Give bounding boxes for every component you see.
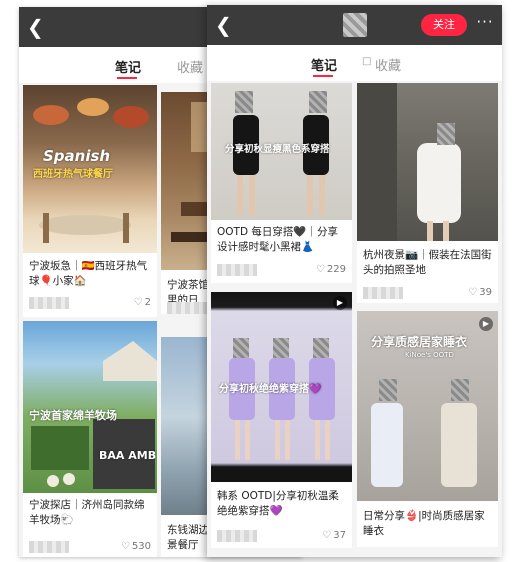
blurred-face	[313, 338, 329, 358]
like-number: 530	[131, 541, 151, 552]
tab-collect[interactable]: 收藏	[177, 57, 203, 76]
card-meta: ♡ 39	[363, 287, 492, 301]
card-cover-image	[357, 83, 498, 241]
note-card[interactable]: 宁波首家绵羊牧场 BAA AMB 宁波探店｜济州岛同款绵羊牧场🐑 ♡ 530	[23, 321, 157, 557]
card-meta: ♡ 37	[217, 530, 346, 544]
video-play-icon: ▶	[479, 317, 493, 331]
card-cover-image: 分享初秋绝绝紫穿搭💜 ▶	[211, 292, 352, 482]
back-arrow-icon[interactable]: ❮	[27, 17, 47, 37]
note-card[interactable]: 分享初秋绝绝紫穿搭💜 ▶ 韩系 OOTD|分享初秋温柔绝绝紫穿搭💜 ♡ 37	[211, 292, 352, 548]
cover-overlay-title: 宁波首家绵羊牧场	[29, 409, 117, 422]
author-name	[167, 302, 207, 314]
tab-collect[interactable]: 收藏	[375, 55, 401, 74]
note-card[interactable]: 分享初秋显瘦黑色系穿搭 OOTD 每日穿搭🖤｜分享设计感时髦小黑裙👗 ♡ 229	[211, 83, 352, 283]
cover-overlay-title: Spanish	[43, 147, 111, 165]
blurred-face	[273, 338, 289, 358]
card-title: 宁波探店｜济州岛同款绵羊牧场🐑	[29, 499, 145, 526]
card-cover-image: 分享初秋显瘦黑色系穿搭	[211, 83, 352, 220]
cover-overlay-title: 分享初秋显瘦黑色系穿搭	[225, 144, 330, 155]
card-cover-image: 分享质感居家睡衣 KiNoe's OOTD ▶	[357, 311, 498, 501]
like-count[interactable]: ♡ 530	[121, 541, 151, 552]
card-meta: ♡ 2	[29, 297, 151, 311]
card-title: 日常分享👙|时尚质感居家睡衣	[363, 510, 485, 537]
author-name	[363, 287, 403, 299]
note-card[interactable]: 分享质感居家睡衣 KiNoe's OOTD ▶ 日常分享👙|时尚质感居家睡衣	[357, 311, 498, 547]
card-meta	[167, 302, 207, 314]
cover-sign-text: BAA AMB	[99, 449, 157, 462]
like-number: 2	[144, 297, 151, 308]
card-title: 杭州夜景📷｜假装在法国街头的拍照圣地	[363, 249, 492, 276]
cover-overlay-subtitle: 西班牙热气球餐厅	[33, 169, 113, 180]
like-count[interactable]: ♡ 229	[316, 264, 346, 275]
card-title: OOTD 每日穿搭🖤｜分享设计感时髦小黑裙👗	[217, 226, 338, 253]
tab-indicator	[313, 75, 333, 77]
blurred-face	[309, 91, 327, 113]
heart-icon: ♡	[315, 264, 325, 275]
like-count[interactable]: ♡ 39	[468, 287, 492, 298]
author-name	[29, 541, 69, 553]
card-cover-image: 宁波首家绵羊牧场 BAA AMB	[23, 321, 157, 493]
tab-notes[interactable]: 笔记	[115, 57, 141, 76]
blurred-face	[451, 379, 469, 401]
author-name	[217, 264, 257, 276]
like-number: 229	[326, 264, 346, 275]
tab-bar: 笔记 □ 收藏	[207, 45, 502, 81]
author-name	[29, 297, 69, 309]
card-meta: ♡ 530	[29, 541, 151, 555]
heart-icon: ♡	[468, 287, 478, 298]
blurred-face	[233, 338, 249, 358]
lock-icon: □	[362, 56, 372, 67]
cover-overlay-title: 分享初秋绝绝紫穿搭💜	[219, 384, 322, 395]
card-title: 宁波坂急｜🇪🇸西班牙热气球🎈小家🏠	[29, 260, 148, 287]
avatar[interactable]	[343, 13, 367, 37]
heart-icon: ♡	[322, 530, 332, 541]
video-play-icon: ▶	[333, 296, 347, 310]
card-meta: ♡ 229	[217, 264, 346, 278]
card-title: 韩系 OOTD|分享初秋温柔绝绝紫穿搭💜	[217, 490, 339, 517]
cover-overlay-subtitle: KiNoe's OOTD	[405, 351, 454, 359]
note-card[interactable]: Spanish 西班牙热气球餐厅 宁波坂急｜🇪🇸西班牙热气球🎈小家🏠 ♡ 2	[23, 85, 157, 317]
cover-overlay-title: 分享质感居家睡衣	[371, 335, 468, 349]
more-icon[interactable]: ···	[473, 13, 497, 33]
front-screen: ❮ 关注 ··· 笔记 □ 收藏 分享初秋显瘦黑色系穿搭 OOTD 每日穿搭🖤｜…	[207, 5, 502, 557]
author-name	[217, 530, 257, 542]
note-card[interactable]: 杭州夜景📷｜假装在法国街头的拍照圣地 ♡ 39	[357, 83, 498, 303]
like-count[interactable]: ♡ 2	[134, 297, 151, 308]
top-bar: ❮ 关注 ···	[207, 5, 502, 45]
back-arrow-icon[interactable]: ❮	[215, 15, 235, 35]
tab-indicator	[117, 77, 137, 79]
like-number: 37	[333, 530, 346, 541]
heart-icon: ♡	[133, 297, 143, 308]
card-cover-image: Spanish 西班牙热气球餐厅	[23, 85, 157, 253]
blurred-face	[379, 379, 397, 401]
like-count[interactable]: ♡ 37	[322, 530, 346, 541]
blurred-face	[437, 123, 455, 145]
tab-notes[interactable]: 笔记	[311, 55, 337, 74]
blurred-face	[235, 91, 253, 113]
follow-button[interactable]: 关注	[421, 14, 467, 36]
like-number: 39	[479, 287, 492, 298]
heart-icon: ♡	[120, 541, 130, 552]
